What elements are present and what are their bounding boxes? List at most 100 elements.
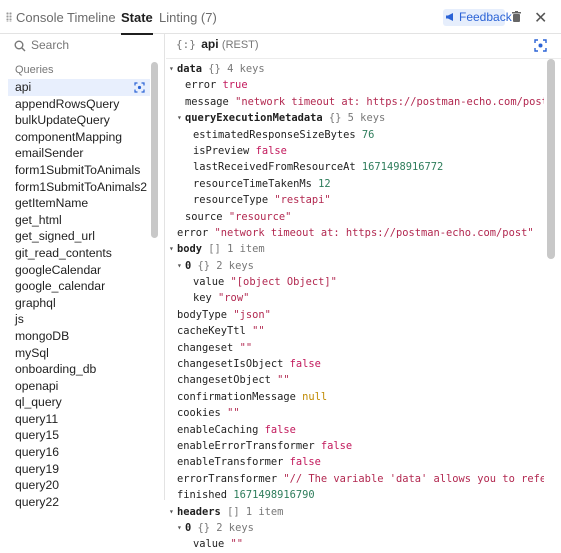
query-item[interactable]: js (8, 311, 150, 328)
query-item[interactable]: query22 (8, 494, 150, 511)
query-item-label: openapi (15, 378, 59, 393)
query-item[interactable]: query20 (8, 477, 150, 494)
tree-key: estimatedResponseSizeBytes (193, 128, 356, 141)
query-item[interactable]: componentMapping (8, 129, 150, 146)
expand-toggle-icon[interactable]: ▾ (169, 504, 177, 520)
tree-value: "" (227, 407, 240, 420)
query-item[interactable]: query16 (8, 444, 150, 461)
query-item[interactable]: openapi (8, 378, 150, 395)
tree-row-content: changesetIsObject false (169, 358, 321, 370)
tree-row[interactable]: ▾ body [] 1 item (169, 241, 544, 257)
tab-console[interactable]: Console (16, 10, 64, 25)
tree-row-content: cookies "" (169, 407, 240, 419)
locate-icon[interactable] (134, 82, 145, 93)
query-item[interactable]: query19 (8, 461, 150, 478)
query-item[interactable]: query11 (8, 411, 150, 428)
query-item-label: mySql (15, 345, 49, 360)
tree-row: enableCaching false (169, 422, 544, 438)
tree-row-content: confirmationMessage null (169, 391, 327, 403)
tree-row-content: value "" (169, 538, 243, 550)
tree-row-content: enableCaching false (169, 424, 296, 436)
expand-toggle-icon[interactable]: ▾ (169, 61, 177, 77)
query-item[interactable]: appendRowsQuery (8, 96, 150, 113)
tree-row: errorTransformer "// The variable 'data'… (169, 471, 544, 487)
expand-toggle-icon[interactable]: ▾ (169, 241, 177, 257)
query-item[interactable]: ql_query (8, 394, 150, 411)
tree-row: key "row" (169, 290, 544, 306)
query-item-selected[interactable]: api (8, 79, 150, 96)
query-item[interactable]: get_html (8, 212, 150, 229)
query-item[interactable]: emailSender (8, 145, 150, 162)
tree-key: 0 (185, 259, 192, 272)
tree-row[interactable]: ▾ 0 {} 2 keys (169, 520, 544, 536)
tree-key: changesetIsObject (177, 358, 284, 371)
close-icon[interactable]: ✕ (534, 8, 547, 28)
query-item-label: query15 (15, 428, 60, 443)
query-item[interactable]: graphql (8, 295, 150, 312)
query-item[interactable]: google_calendar (8, 278, 150, 295)
query-item[interactable]: mySql (8, 345, 150, 362)
query-item[interactable]: mongoDB (8, 328, 150, 345)
tab-timeline[interactable]: Timeline (67, 10, 116, 25)
tree-row-content: resourceType "restapi" (169, 194, 331, 206)
tab-linting[interactable]: Linting (7) (159, 10, 217, 25)
tab-state[interactable]: State (121, 10, 153, 35)
tree-row-content: source "resource" (169, 211, 291, 223)
tree-row[interactable]: ▾ headers [] 1 item (169, 504, 544, 520)
query-item-label: appendRowsQuery (15, 96, 120, 111)
expand-toggle-icon[interactable]: ▾ (177, 110, 185, 126)
tree-key: resourceTimeTakenMs (193, 177, 312, 190)
query-item[interactable]: git_read_contents (8, 245, 150, 262)
tree-value: 76 (361, 128, 375, 141)
tree-row: cookies "" (169, 405, 544, 421)
tree-row[interactable]: ▾ 0 {} 2 keys (169, 258, 544, 274)
trash-icon[interactable] (512, 11, 521, 22)
drag-handle-icon[interactable] (6, 12, 12, 22)
tree-key: cookies (177, 407, 221, 420)
tree-value: false (320, 439, 353, 452)
query-item-label: onboarding_db (15, 362, 97, 377)
header-divider (166, 58, 561, 59)
tree-key: cacheKeyTtl (177, 325, 246, 338)
tree-row-content: headers [] 1 item (169, 506, 283, 518)
tree-row[interactable]: ▾ data {} 4 keys (169, 61, 544, 77)
tree-row: finished 1671498916790 (169, 487, 544, 503)
detail-type: (REST) (221, 39, 259, 51)
query-item[interactable]: bulkUpdateQuery (8, 112, 150, 129)
query-item[interactable]: googleCalendar (8, 262, 150, 279)
query-item[interactable]: getItemName (8, 195, 150, 212)
megaphone-icon (446, 13, 453, 21)
tree-row: changesetIsObject false (169, 356, 544, 372)
tree-value: "network timeout at: https://postman-ech… (214, 226, 534, 239)
query-item[interactable]: form1SubmitToAnimals2 (8, 179, 150, 196)
tree-row[interactable]: ▾ queryExecutionMetadata {} 5 keys (169, 110, 544, 126)
query-item[interactable]: query15 (8, 427, 150, 444)
expand-toggle-icon[interactable]: ▾ (177, 520, 185, 536)
tree-row-content: value "[object Object]" (169, 276, 337, 288)
tree-key: enableTransformer (177, 456, 284, 469)
query-item[interactable]: form1SubmitToAnimals (8, 162, 150, 179)
state-tree: ▾ data {} 4 keys error true message "networ… (169, 61, 544, 553)
tree-value: "" (239, 341, 253, 354)
query-item-label: query22 (15, 494, 60, 509)
tree-row: lastReceivedFromResourceAt 1671498916772 (169, 159, 544, 175)
sidebar-scrollbar[interactable] (151, 62, 158, 238)
query-item-label: bulkUpdateQuery (15, 113, 110, 128)
tree-row-content: estimatedResponseSizeBytes 76 (169, 129, 374, 141)
tree-key: finished (177, 489, 228, 502)
expand-toggle-icon[interactable]: ▾ (177, 258, 185, 274)
locate-icon[interactable] (534, 39, 547, 52)
tree-meta: {} 5 keys (328, 112, 386, 125)
tree-value: 1671498916790 (233, 489, 315, 502)
feedback-label: Feedback (459, 10, 512, 24)
tree-meta: {} 4 keys (208, 63, 265, 75)
detail-scrollbar[interactable] (547, 59, 555, 259)
query-item-label: api (15, 80, 32, 94)
tree-row: estimatedResponseSizeBytes 76 (169, 127, 544, 143)
query-item-label: get_signed_url (15, 229, 95, 244)
search-input[interactable]: Search (10, 36, 160, 56)
query-item[interactable]: get_signed_url (8, 228, 150, 245)
state-detail-panel: {:} api (REST) ▾ data {} 4 keys error true… (166, 34, 561, 550)
feedback-button[interactable]: Feedback (443, 9, 512, 26)
query-item[interactable]: onboarding_db (8, 361, 150, 378)
